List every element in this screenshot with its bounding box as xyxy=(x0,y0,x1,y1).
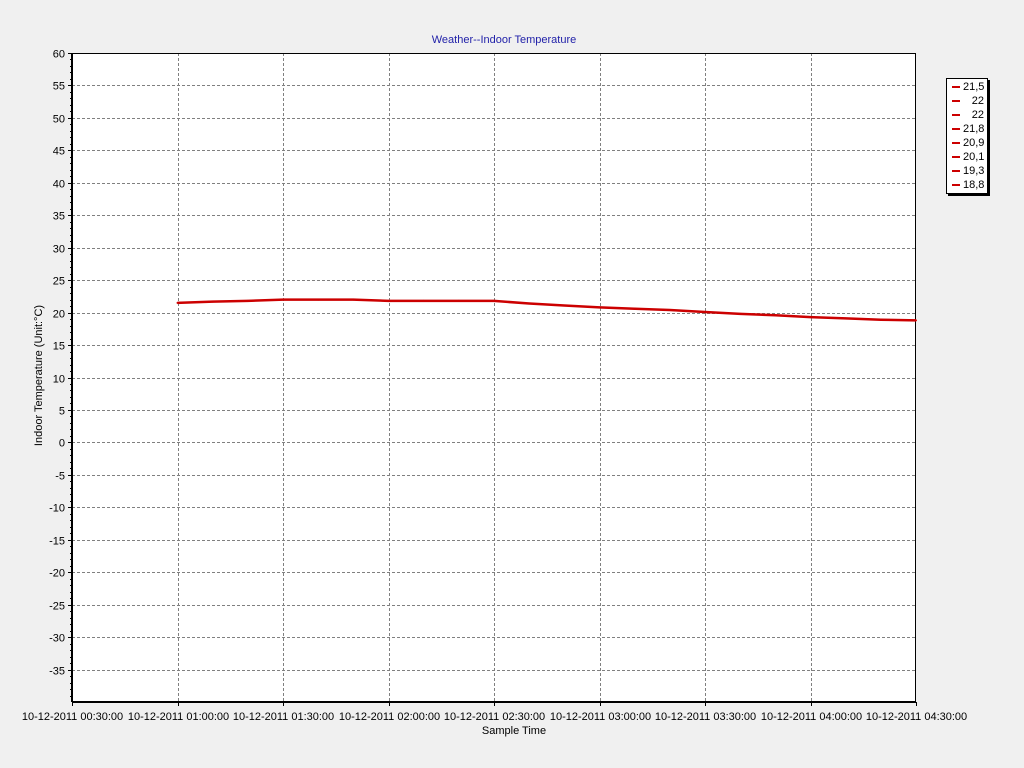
y-tick-label: 60 xyxy=(53,49,65,61)
data-point xyxy=(598,306,601,309)
y-tick-label: 35 xyxy=(53,211,65,223)
x-tick-label: 10-12-2011 02:00:00 xyxy=(339,711,440,723)
data-point xyxy=(844,317,847,320)
data-point xyxy=(457,299,460,302)
y-tick-label: -30 xyxy=(49,633,65,645)
y-tick-label: 25 xyxy=(53,276,65,288)
y-tick-label: 45 xyxy=(53,146,65,158)
x-tick-label: 10-12-2011 04:00:00 xyxy=(761,711,862,723)
x-tick-label: 10-12-2011 01:30:00 xyxy=(233,711,334,723)
y-tick-label: -10 xyxy=(49,503,65,515)
legend-item: 18,8 xyxy=(947,178,987,192)
x-tick-label: 10-12-2011 00:30:00 xyxy=(22,711,123,723)
legend-label: 21,8 xyxy=(963,123,985,135)
data-point xyxy=(563,304,566,307)
x-tick-label: 10-12-2011 03:00:00 xyxy=(550,711,651,723)
data-point xyxy=(246,299,249,302)
data-point xyxy=(915,319,917,322)
legend-swatch xyxy=(952,86,960,88)
legend-label: 19,3 xyxy=(963,165,985,177)
legend-swatch xyxy=(952,100,960,102)
y-tick-label: -5 xyxy=(55,471,65,483)
legend-swatch xyxy=(952,128,960,130)
y-tick-label: -15 xyxy=(49,536,65,548)
legend-label: 20,1 xyxy=(963,151,985,163)
legend-item: 22 xyxy=(947,94,987,108)
data-point xyxy=(387,299,390,302)
chart-window: 60 55 50 45 40 35 30 25 20 15 10 5 0 -5 -10 -15 -20 -25 -3… xyxy=(0,0,1024,768)
x-tick-label: 10-12-2011 04:30:00 xyxy=(866,711,967,723)
legend-swatch xyxy=(952,114,960,116)
legend-swatch xyxy=(952,156,960,158)
data-point xyxy=(528,302,531,305)
legend-swatch xyxy=(952,142,960,144)
legend-label: 20,9 xyxy=(963,137,985,149)
y-tick-label: 40 xyxy=(53,179,65,191)
y-tick-label: 55 xyxy=(53,81,65,93)
x-axis-label: Sample Time xyxy=(482,725,546,737)
legend-label: 21,5 xyxy=(963,81,985,93)
y-tick-label: 5 xyxy=(59,406,65,418)
y-tick-label: 30 xyxy=(53,244,65,256)
data-point xyxy=(879,318,882,321)
data-point xyxy=(211,300,214,303)
data-point xyxy=(809,316,812,319)
legend-label: 18,8 xyxy=(963,179,985,191)
y-tick-label: 0 xyxy=(59,438,65,450)
y-axis-label: Indoor Temperature (Unit:°C) xyxy=(33,305,45,446)
legend-swatch xyxy=(952,184,960,186)
legend-item: 21,5 xyxy=(947,80,987,94)
data-point xyxy=(352,298,355,301)
data-point xyxy=(668,309,671,311)
legend-label: 22 xyxy=(971,95,984,107)
legend-swatch xyxy=(952,170,960,172)
data-point xyxy=(493,299,495,302)
chart-legend: 21,5 22 22 21,8 20,9 20,1 19,3 18,8 xyxy=(946,78,988,194)
data-point xyxy=(176,301,179,304)
line-chart: 605550454035302520151050-5-10-15-20-25-3… xyxy=(22,34,967,737)
data-point xyxy=(739,312,742,315)
y-tick-label: 20 xyxy=(53,309,65,321)
legend-item: 22 xyxy=(947,108,987,122)
y-tick-label: 50 xyxy=(53,114,65,126)
x-tick-label: 10-12-2011 02:30:00 xyxy=(444,711,545,723)
data-point xyxy=(774,314,777,317)
y-tick-label: -35 xyxy=(49,666,65,678)
data-point xyxy=(633,307,636,310)
y-tick-label: -20 xyxy=(49,568,65,580)
legend-label: 22 xyxy=(971,109,984,121)
data-point xyxy=(422,299,425,302)
y-tick-label: 15 xyxy=(53,341,65,353)
chart-title: Weather--Indoor Temperature xyxy=(432,34,577,46)
data-point xyxy=(704,311,706,313)
legend-item: 20,9 xyxy=(947,136,987,150)
x-tick-label: 10-12-2011 01:00:00 xyxy=(128,711,229,723)
data-point xyxy=(282,298,284,301)
legend-item: 19,3 xyxy=(947,164,987,178)
data-point xyxy=(317,298,320,301)
legend-item: 20,1 xyxy=(947,150,987,164)
legend-item: 21,8 xyxy=(947,122,987,136)
x-tick-label: 10-12-2011 03:30:00 xyxy=(655,711,756,723)
y-tick-label: -25 xyxy=(49,601,65,613)
y-tick-label: 10 xyxy=(53,374,65,386)
